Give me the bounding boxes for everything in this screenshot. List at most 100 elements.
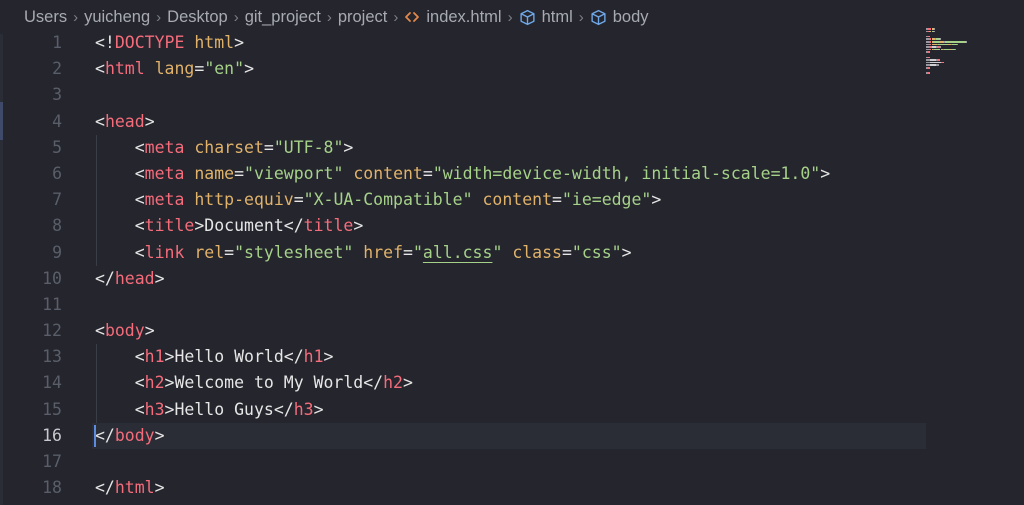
code-token: >	[651, 190, 662, 210]
code-token: h2	[383, 373, 403, 393]
breadcrumb-item[interactable]: project	[338, 8, 388, 27]
code-line[interactable]: 3	[0, 82, 930, 108]
code-token: "viewport"	[244, 163, 344, 183]
code-token: <	[95, 137, 145, 157]
code-line[interactable]: 16 </body>	[0, 422, 930, 449]
breadcrumb-label: html	[541, 7, 573, 26]
code-token: title	[303, 216, 354, 236]
code-editor[interactable]: 1 <!DOCTYPE html > 2 <html lang="en"> 3 4 <head…	[0, 30, 930, 505]
code-token: >	[164, 373, 175, 393]
code-token: <	[95, 59, 105, 79]
code-token: >	[154, 268, 165, 288]
minimap-token	[956, 43, 958, 46]
code-line[interactable]: 11	[0, 292, 930, 318]
code-token: </	[283, 347, 304, 367]
code-token: >	[353, 216, 364, 236]
code-token: =	[422, 163, 433, 183]
code-line[interactable]: 6 <meta name="viewport" content="width=d…	[0, 161, 930, 187]
code-token: DOCTYPE	[114, 33, 185, 52]
code-token: >	[194, 216, 205, 236]
minimap-token	[934, 41, 940, 43]
indent-guide	[96, 134, 97, 266]
breadcrumb-label: yuicheng	[84, 7, 151, 26]
minimap-token	[944, 41, 967, 43]
code-token: >	[144, 321, 155, 341]
minimap[interactable]	[926, 28, 986, 78]
code-text: </body>	[95, 423, 165, 449]
breadcrumb-item[interactable]: body	[590, 8, 649, 27]
code-token: >	[164, 399, 175, 419]
code-line[interactable]: 18 </html>	[0, 475, 930, 501]
code-token: h3	[293, 399, 314, 419]
code-token: h1	[144, 347, 165, 367]
code-text: <h3>Hello Guys</h3>	[95, 397, 324, 423]
code-line[interactable]: 15 <h3>Hello Guys</h3>	[0, 397, 930, 423]
line-number: 1	[52, 33, 62, 52]
code-token: >	[402, 373, 413, 393]
code-token: Document	[204, 216, 284, 236]
breadcrumb-item[interactable]: index.html	[404, 8, 502, 27]
breadcrumb-item[interactable]: git_project	[245, 8, 321, 27]
code-line[interactable]: 7 <meta http-equiv="X-UA-Compatible" con…	[0, 187, 930, 213]
code-token: "	[412, 242, 423, 262]
code-line[interactable]: 10 </head>	[0, 266, 930, 292]
line-number: 6	[52, 163, 62, 183]
code-token: meta	[144, 163, 185, 183]
code-token: "X-UA-Compatible"	[303, 190, 473, 210]
code-token: http-equiv	[194, 190, 294, 210]
code-text: <title>Document</title>	[95, 213, 364, 239]
breadcrumb-item[interactable]: yuicheng	[84, 8, 150, 27]
code-token: <!	[95, 33, 115, 52]
code-token: </	[95, 425, 115, 445]
code-line[interactable]: 17	[0, 449, 930, 475]
code-text: <html lang="en">	[95, 56, 254, 82]
code-token: =	[224, 242, 235, 262]
code-token: head	[104, 111, 145, 131]
code-token: >	[343, 137, 354, 157]
code-token: rel	[194, 242, 225, 262]
code-token: <	[95, 347, 145, 367]
code-line[interactable]: 2 <html lang="en">	[0, 56, 930, 82]
chevron-right-icon: ›	[507, 8, 513, 26]
code-token: >	[621, 242, 632, 262]
code-line[interactable]: 5 <meta charset="UTF-8">	[0, 135, 930, 161]
code-line[interactable]: 13 <h1>Hello World</h1>	[0, 344, 930, 370]
code-token: all.css	[422, 242, 493, 262]
code-token: html	[194, 33, 235, 52]
code-token: Hello World	[174, 347, 284, 367]
code-text: <h1>Hello World</h1>	[95, 344, 334, 370]
code-token: "ie=edge"	[561, 190, 652, 210]
breadcrumb-label: Users	[24, 7, 68, 26]
line-number: 5	[52, 137, 62, 157]
minimap-token	[933, 28, 935, 30]
code-line[interactable]: 1 <!DOCTYPE html>	[0, 30, 930, 56]
code-token: body	[104, 321, 145, 341]
code-token: >	[154, 478, 165, 498]
breadcrumb-item[interactable]: Desktop	[167, 8, 228, 27]
minimap-token	[955, 48, 956, 51]
chevron-right-icon: ›	[393, 8, 399, 26]
line-number: 17	[42, 452, 62, 471]
code-token: class	[512, 242, 562, 262]
code-token: content	[482, 190, 553, 210]
code-line[interactable]: 4 <head>	[0, 109, 930, 135]
breadcrumb-item[interactable]: html	[519, 8, 573, 27]
breadcrumb-item[interactable]: Users	[24, 8, 67, 27]
code-line[interactable]: 8 <title>Document</title>	[0, 213, 930, 239]
code-token: <	[95, 190, 145, 210]
breadcrumb-label: body	[612, 7, 649, 26]
code-line[interactable]: 12 <body>	[0, 318, 930, 344]
code-line[interactable]: 9 <link rel="stylesheet" href="all.css" …	[0, 240, 930, 266]
code-file-icon	[404, 9, 420, 25]
code-token: <	[95, 111, 105, 131]
chevron-right-icon: ›	[73, 8, 79, 26]
code-token: =	[552, 190, 562, 210]
code-line[interactable]: 14 <h2>Welcome to My World</h2>	[0, 370, 930, 396]
